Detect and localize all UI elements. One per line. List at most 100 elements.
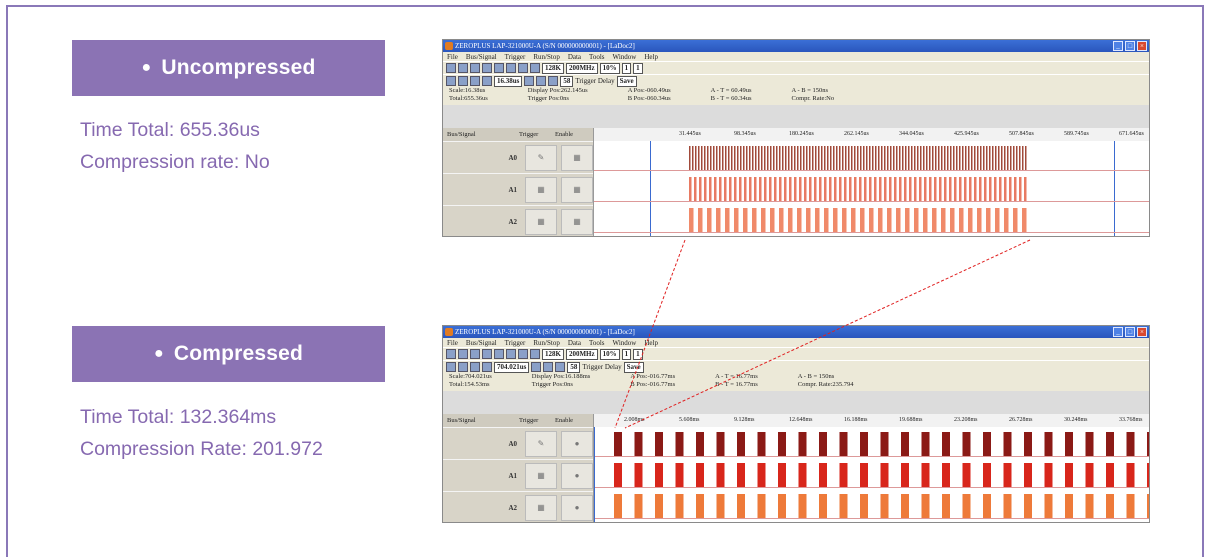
signal-pulse (785, 146, 787, 170)
tool-icon[interactable] (458, 76, 468, 86)
tool-icon[interactable] (446, 76, 456, 86)
trigger-cell[interactable]: ▦ (525, 462, 557, 489)
tool-icon[interactable] (536, 76, 547, 86)
waveform-area[interactable] (594, 141, 1149, 236)
save-icon[interactable] (470, 349, 480, 359)
menu-item[interactable]: File (447, 339, 458, 347)
time-ruler[interactable]: 31.445us 98.345us 180.245us 262.145us 344.04… (594, 128, 1149, 142)
menu-item[interactable]: Window (613, 339, 637, 347)
search-icon[interactable] (555, 362, 566, 372)
enable-cell[interactable]: ● (561, 430, 593, 457)
enable-cell[interactable]: ● (561, 494, 593, 521)
channel-label[interactable]: A1 (443, 472, 521, 480)
zoom-select[interactable]: 16.38us (494, 75, 523, 87)
menu-item[interactable]: Bus/Signal (466, 53, 497, 61)
enable-cell[interactable]: ▦ (561, 176, 593, 203)
channel-label[interactable]: A2 (443, 218, 521, 226)
tool-icon[interactable] (506, 63, 516, 73)
save-icon[interactable] (470, 63, 480, 73)
menu-item[interactable]: Help (644, 53, 658, 61)
memory-select[interactable]: 128K (542, 62, 564, 74)
enable-cell[interactable]: ● (561, 462, 593, 489)
menu-item[interactable]: Run/Stop (533, 339, 559, 347)
enable-cell[interactable]: ▦ (561, 144, 593, 171)
zoom-select[interactable]: 704.021us (494, 361, 530, 373)
tool-icon[interactable] (482, 76, 492, 86)
height-select[interactable]: 58 (560, 75, 574, 87)
trigger-cell[interactable]: ✎ (525, 430, 557, 457)
save-button[interactable]: Save (623, 361, 644, 373)
channel-label[interactable]: A0 (443, 154, 521, 162)
info-text: A - B = 150ns (797, 373, 835, 380)
page-select[interactable]: 1 (621, 348, 632, 360)
menu-item[interactable]: Run/Stop (533, 53, 559, 61)
trigger-cell[interactable]: ▦ (525, 208, 557, 235)
tool-icon[interactable] (518, 63, 528, 73)
menu-item[interactable]: Trigger (505, 53, 526, 61)
run-icon[interactable] (530, 63, 540, 73)
menu-item[interactable]: Bus/Signal (466, 339, 497, 347)
time-ruler[interactable]: 2.008ms 5.608ms 9.128ms 12.648ms 16.188ms 19.… (594, 414, 1149, 428)
maximize-icon[interactable]: □ (1125, 327, 1135, 337)
percent-select[interactable]: 10% (599, 348, 620, 360)
tool-icon[interactable] (470, 362, 480, 372)
rate-select[interactable]: 200MHz (565, 348, 598, 360)
signal-pulse (938, 146, 940, 170)
signal-pulse (848, 146, 850, 170)
open-icon[interactable] (458, 63, 468, 73)
rate-select[interactable]: 200MHz (565, 62, 598, 74)
signal-pulse (722, 146, 724, 170)
signal-pulse (769, 177, 772, 201)
tool-icon[interactable] (531, 362, 542, 372)
count-select[interactable]: 1 (633, 62, 643, 74)
tool-icon[interactable] (482, 362, 492, 372)
open-icon[interactable] (458, 349, 468, 359)
menu-item[interactable]: Window (613, 53, 637, 61)
close-icon[interactable]: × (1137, 41, 1147, 51)
close-icon[interactable]: × (1137, 327, 1147, 337)
tool-icon[interactable] (446, 362, 456, 372)
tool-icon[interactable] (458, 362, 468, 372)
menu-item[interactable]: Help (644, 339, 658, 347)
run-icon[interactable] (530, 349, 540, 359)
tool-icon[interactable] (494, 349, 504, 359)
maximize-icon[interactable]: □ (1125, 41, 1135, 51)
channel-label[interactable]: A2 (443, 504, 521, 512)
minimize-icon[interactable]: _ (1113, 327, 1123, 337)
percent-select[interactable]: 10% (599, 62, 620, 74)
page-select[interactable]: 1 (621, 62, 632, 74)
menu-item[interactable]: File (447, 53, 458, 61)
new-icon[interactable] (446, 349, 456, 359)
signal-pulse (1085, 494, 1094, 518)
signal-pulse (959, 146, 961, 170)
minimize-icon[interactable]: _ (1113, 41, 1123, 51)
tool-icon[interactable] (470, 76, 480, 86)
save-button[interactable]: Save (616, 75, 637, 87)
menu-item[interactable]: Tools (589, 339, 604, 347)
menu-item[interactable]: Data (568, 53, 581, 61)
signal-pulse (889, 177, 892, 201)
count-select[interactable]: 1 (633, 348, 643, 360)
menu-item[interactable]: Tools (589, 53, 604, 61)
channel-label[interactable]: A1 (443, 186, 521, 194)
channel-label[interactable]: A0 (443, 440, 521, 448)
tool-icon[interactable] (524, 76, 535, 86)
new-icon[interactable] (446, 63, 456, 73)
waveform-area[interactable] (594, 427, 1149, 522)
menu-item[interactable]: Trigger (505, 339, 526, 347)
print-icon[interactable] (482, 63, 492, 73)
signal-pulse (839, 494, 848, 518)
tool-icon[interactable] (494, 63, 504, 73)
search-icon[interactable] (548, 76, 559, 86)
trigger-cell[interactable]: ▦ (525, 176, 557, 203)
enable-cell[interactable]: ▦ (561, 208, 593, 235)
menu-item[interactable]: Data (568, 339, 581, 347)
print-icon[interactable] (482, 349, 492, 359)
trigger-cell[interactable]: ✎ (525, 144, 557, 171)
trigger-cell[interactable]: ▦ (525, 494, 557, 521)
tool-icon[interactable] (543, 362, 554, 372)
memory-select[interactable]: 128K (542, 348, 564, 360)
tool-icon[interactable] (506, 349, 516, 359)
tool-icon[interactable] (518, 349, 528, 359)
height-select[interactable]: 58 (567, 361, 581, 373)
